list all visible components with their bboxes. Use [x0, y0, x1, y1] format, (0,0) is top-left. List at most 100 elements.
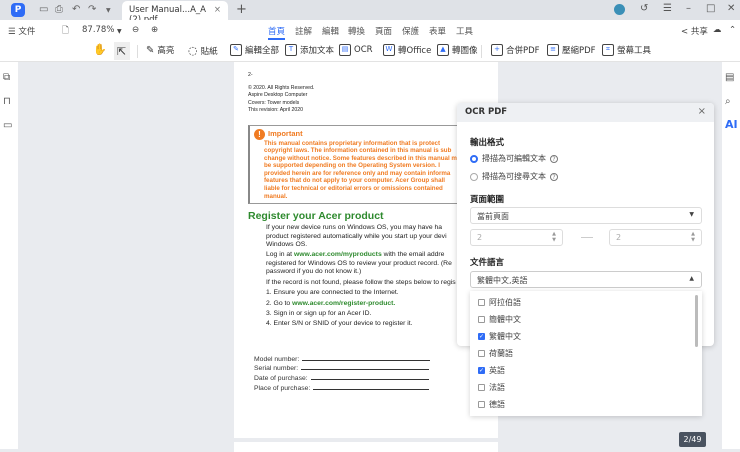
- option-label: 英語: [489, 366, 505, 375]
- tab-tools[interactable]: 工具: [456, 25, 473, 37]
- register-link[interactable]: www.acer.com/register-product.: [292, 300, 395, 307]
- highlight-icon: ✎: [146, 44, 155, 56]
- tab-annotate[interactable]: 註解: [295, 25, 312, 37]
- tab-convert[interactable]: 轉換: [348, 25, 365, 37]
- radio-selected: [470, 154, 478, 163]
- add-text-label: 添加文本: [300, 46, 335, 56]
- language-option-english[interactable]: ✓ 英語: [478, 365, 505, 376]
- refresh-icon[interactable]: ↺: [640, 3, 648, 14]
- important-line: be supported depending on the Operating …: [264, 162, 441, 170]
- checkbox-checked[interactable]: ✓: [478, 333, 485, 340]
- language-option-french[interactable]: 法語: [478, 382, 505, 393]
- tab-edit[interactable]: 編輯: [322, 25, 339, 37]
- copyright-line: Covers: Tower models: [248, 99, 300, 106]
- to-image-button[interactable]: ▲ 轉圖像: [437, 44, 478, 56]
- text-line: Windows OS.: [266, 241, 308, 249]
- language-option-traditional-chinese[interactable]: ✓ 繁體中文: [478, 331, 521, 342]
- close-icon[interactable]: ×: [698, 106, 706, 117]
- language-option-dutch[interactable]: 荷蘭語: [478, 348, 513, 359]
- chevron-down-icon[interactable]: ▼: [106, 7, 111, 14]
- menu-icon[interactable]: ☰: [663, 3, 672, 14]
- tab-page[interactable]: 頁面: [375, 25, 392, 37]
- right-sidebar: ▤ ⌕ AI: [722, 62, 740, 449]
- checkbox[interactable]: [478, 299, 485, 306]
- ocr-button[interactable]: ▤ OCR: [339, 44, 373, 56]
- new-tab-button[interactable]: +: [236, 2, 247, 17]
- page-range-select[interactable]: 當前頁面 ▼: [470, 207, 702, 224]
- help-icon[interactable]: ?: [550, 172, 558, 181]
- word-icon: W: [383, 44, 395, 56]
- redo-icon[interactable]: ↷: [88, 4, 96, 15]
- option-label: 法語: [489, 383, 505, 392]
- page-view-icon[interactable]: 🗋: [62, 25, 69, 39]
- checkbox[interactable]: [478, 316, 485, 323]
- caret-down-icon: ▼: [689, 211, 694, 218]
- add-text-button[interactable]: T 添加文本: [285, 44, 334, 56]
- highlight-button[interactable]: ✎ 高亮: [146, 44, 174, 57]
- hamburger-icon: ☰: [8, 27, 19, 37]
- print-icon[interactable]: ⎙: [55, 4, 63, 15]
- myproducts-link[interactable]: www.acer.com/myproducts: [294, 251, 382, 258]
- avatar[interactable]: [614, 4, 625, 15]
- checkbox-checked[interactable]: ✓: [478, 367, 485, 374]
- cloud-icon[interactable]: ☁: [713, 25, 722, 35]
- edit-all-button[interactable]: ✎ 編輯全部: [230, 44, 279, 56]
- maximize-icon[interactable]: □: [706, 3, 715, 14]
- field-label: Serial number:: [254, 365, 299, 373]
- select-tool-icon[interactable]: ⇱: [114, 42, 130, 60]
- checkbox[interactable]: [478, 401, 485, 408]
- close-tab-icon[interactable]: ×: [214, 5, 221, 15]
- thumbnail-icon[interactable]: ⧉: [3, 72, 10, 83]
- help-icon[interactable]: ?: [550, 154, 558, 163]
- text-line: registered for Windows OS to review your…: [266, 259, 452, 267]
- collapse-icon[interactable]: ⌃: [729, 25, 736, 35]
- language-option-german[interactable]: 德語: [478, 399, 505, 410]
- compress-pdf-button[interactable]: ≡ 壓縮PDF: [547, 44, 596, 56]
- page-from-input[interactable]: 2 ▲ ▼: [470, 229, 563, 246]
- product-fields: Model number: Serial number: Date of pur…: [254, 355, 484, 393]
- save-icon[interactable]: ▭: [39, 4, 48, 15]
- close-window-icon[interactable]: ✕: [727, 3, 735, 14]
- merge-pdf-label: 合併PDF: [506, 46, 540, 56]
- zoom-in-icon[interactable]: ⊕: [151, 25, 158, 35]
- undo-icon[interactable]: ↶: [72, 4, 80, 15]
- file-menu[interactable]: ☰ 文件: [8, 25, 35, 37]
- language-dropdown: 阿拉伯語 簡體中文 ✓ 繁體中文 荷蘭語 ✓ 英語 法語 德語: [470, 291, 702, 416]
- properties-icon[interactable]: ▤: [725, 72, 734, 83]
- comment-icon[interactable]: ▭: [3, 120, 12, 131]
- bookmark-icon[interactable]: ⊓: [3, 96, 11, 107]
- tab-document[interactable]: User Manual...A_A (2).pdf×: [122, 1, 228, 25]
- minimize-icon[interactable]: –: [686, 3, 691, 14]
- language-option-simplified-chinese[interactable]: 簡體中文: [478, 314, 521, 325]
- text: Log in at: [266, 251, 294, 259]
- output-format-label: 輸出格式: [470, 138, 505, 148]
- share-button[interactable]: < 共享: [681, 25, 708, 37]
- radio-editable-text[interactable]: 掃描為可編輯文本?: [470, 153, 558, 164]
- to-office-button[interactable]: W 轉Office: [383, 44, 431, 56]
- zoom-out-icon[interactable]: ⊖: [132, 25, 139, 35]
- search-icon[interactable]: ⌕: [725, 96, 731, 107]
- edit-icon: ✎: [230, 44, 242, 56]
- screen-tool-button[interactable]: ⌗ 螢幕工具: [602, 44, 651, 56]
- stepper-icon[interactable]: ▲ ▼: [552, 231, 556, 243]
- checkbox[interactable]: [478, 384, 485, 391]
- tab-forms[interactable]: 表單: [429, 25, 446, 37]
- option-label: 德語: [489, 400, 505, 409]
- checkbox[interactable]: [478, 350, 485, 357]
- sticker-button[interactable]: ◌ 貼紙: [188, 44, 218, 57]
- merge-pdf-button[interactable]: + 合併PDF: [491, 44, 540, 56]
- zoom-level[interactable]: 87.78%: [82, 25, 114, 35]
- text-line: If your new device runs on Windows OS, y…: [266, 224, 443, 232]
- language-option-arabic[interactable]: 阿拉伯語: [478, 297, 521, 308]
- tab-protect[interactable]: 保護: [402, 25, 419, 37]
- copyright-block: © 2020. All Rights Reserved. Aspire Desk…: [248, 85, 484, 115]
- page-to-input[interactable]: 2 ▲ ▼: [609, 229, 702, 246]
- stepper-icon[interactable]: ▲ ▼: [691, 231, 695, 243]
- language-select[interactable]: 繁體中文,英語 ▲: [470, 271, 702, 288]
- radio-searchable-text[interactable]: 掃描為可搜尋文本?: [470, 171, 558, 182]
- tab-home[interactable]: 首頁: [268, 25, 286, 40]
- dropdown-scrollbar[interactable]: [695, 295, 698, 347]
- zoom-dropdown-icon[interactable]: ▼: [117, 28, 122, 35]
- ai-assistant-button[interactable]: AI: [725, 118, 738, 131]
- hand-tool-icon[interactable]: ✋: [93, 43, 107, 56]
